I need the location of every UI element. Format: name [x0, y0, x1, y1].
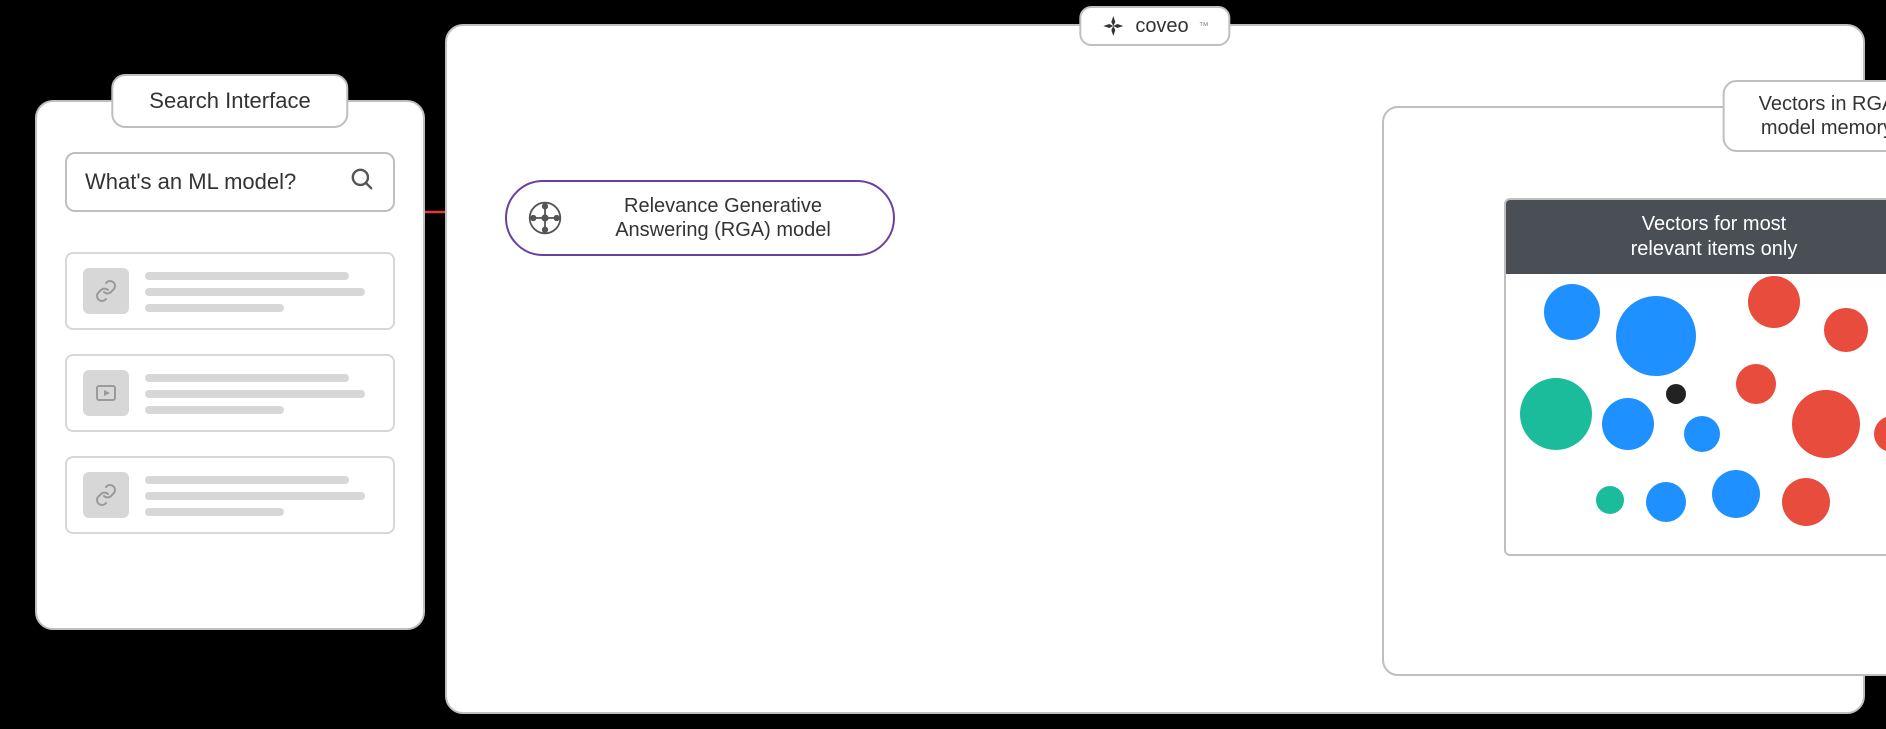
vectors-plot — [1506, 274, 1886, 554]
vectors-card-title-text: Vectors for most relevant items only — [1516, 212, 1886, 262]
search-input[interactable]: What's an ML model? — [65, 152, 395, 212]
coveo-logo-icon — [1101, 14, 1125, 38]
vectors-panel-title-text: Vectors in RGA model memory — [1759, 92, 1886, 140]
vector-dot — [1544, 284, 1600, 340]
link-icon — [83, 268, 129, 314]
search-results-list — [65, 252, 395, 534]
coveo-badge: coveo ™ — [1079, 6, 1230, 46]
result-skeleton — [145, 268, 377, 312]
video-icon — [83, 370, 129, 416]
list-item[interactable] — [65, 456, 395, 534]
coveo-brand-text: coveo — [1135, 15, 1188, 38]
vectors-panel-title: Vectors in RGA model memory — [1723, 80, 1886, 152]
search-query-text: What's an ML model? — [85, 169, 349, 195]
network-icon — [527, 200, 563, 236]
list-item[interactable] — [65, 354, 395, 432]
vector-dot — [1684, 416, 1720, 452]
vector-dot — [1646, 482, 1686, 522]
vector-dot — [1520, 378, 1592, 450]
rga-model-label: Relevance Generative Answering (RGA) mod… — [579, 194, 867, 242]
result-skeleton — [145, 370, 377, 414]
list-item[interactable] — [65, 252, 395, 330]
vector-dot — [1736, 364, 1776, 404]
vector-dot — [1748, 276, 1800, 328]
vector-dot — [1602, 398, 1654, 450]
link-icon — [83, 472, 129, 518]
rga-model-node: Relevance Generative Answering (RGA) mod… — [505, 180, 895, 256]
vectors-memory-panel: Vectors in RGA model memory Vectors for … — [1382, 106, 1886, 676]
coveo-tm: ™ — [1199, 21, 1209, 32]
coveo-panel: coveo™ Vectors in RGA model memory Vecto… — [445, 24, 1865, 714]
vectors-card: Vectors for most relevant items only — [1504, 198, 1886, 556]
vector-dot — [1782, 478, 1830, 526]
search-interface-title: Search Interface — [111, 74, 348, 128]
search-icon[interactable] — [349, 166, 375, 198]
vector-dot — [1792, 390, 1860, 458]
vector-dot — [1616, 296, 1696, 376]
search-interface-panel: Search Interface What's an ML model? — [35, 100, 425, 630]
vector-dot — [1824, 308, 1868, 352]
vector-dot — [1666, 384, 1686, 404]
vector-dot — [1874, 416, 1886, 452]
vector-dot — [1596, 486, 1624, 514]
vector-dot — [1712, 470, 1760, 518]
vectors-card-title: Vectors for most relevant items only — [1506, 200, 1886, 274]
search-interface-title-text: Search Interface — [149, 88, 310, 113]
result-skeleton — [145, 472, 377, 516]
